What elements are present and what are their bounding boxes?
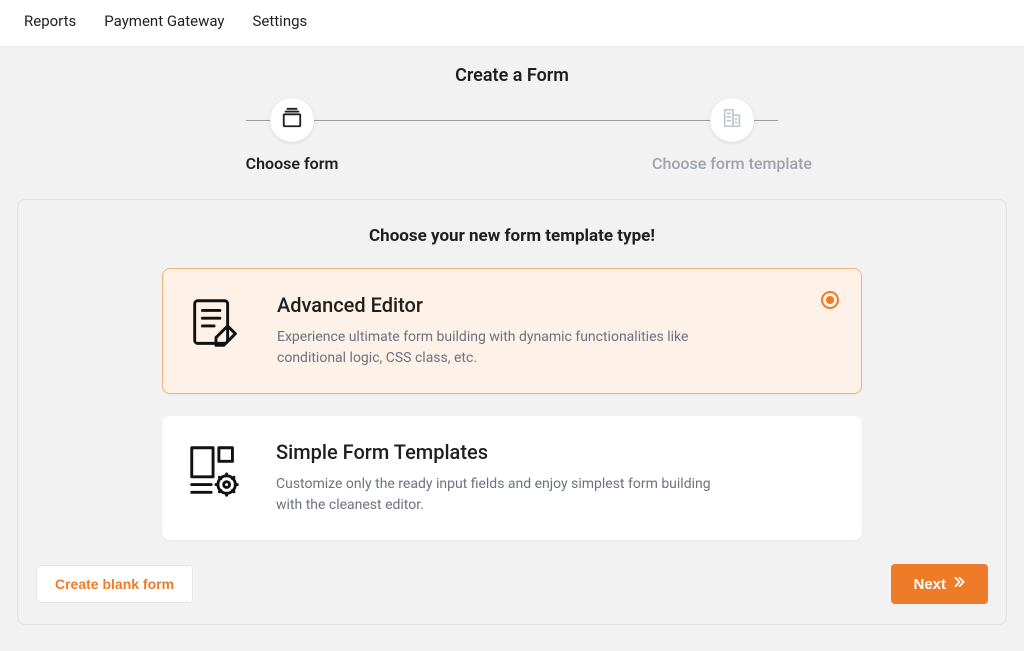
card-advanced-desc: Experience ultimate form building with d…	[277, 327, 717, 369]
step-choose-form-label: Choose form	[246, 154, 339, 173]
stepper: Choose form	[202, 98, 822, 173]
create-blank-form-button[interactable]: Create blank form	[36, 565, 193, 603]
next-button-label: Next	[913, 576, 946, 593]
step-choose-form-circle	[270, 98, 314, 142]
building-icon	[721, 107, 743, 133]
top-nav: Reports Payment Gateway Settings	[0, 0, 1024, 47]
next-button[interactable]: Next	[891, 564, 988, 604]
step-choose-template-circle	[710, 98, 754, 142]
step-choose-template[interactable]: Choose form template	[642, 98, 822, 173]
card-advanced-editor[interactable]: Advanced Editor Experience ultimate form…	[162, 268, 862, 394]
panel-heading: Choose your new form template type!	[32, 226, 992, 246]
nav-payment-gateway[interactable]: Payment Gateway	[104, 12, 224, 30]
panel-footer: Create blank form Next	[32, 564, 992, 604]
content-panel: Choose your new form template type! Adva…	[17, 199, 1007, 625]
step-choose-form[interactable]: Choose form	[202, 98, 382, 173]
page-title: Create a Form	[0, 65, 1024, 86]
radio-selected-icon	[821, 291, 839, 309]
card-advanced-title: Advanced Editor	[277, 293, 717, 317]
card-simple-desc: Customize only the ready input fields an…	[276, 474, 716, 516]
advanced-editor-icon	[185, 293, 247, 355]
card-simple-templates[interactable]: Simple Form Templates Customize only the…	[162, 416, 862, 540]
form-icon	[281, 107, 303, 133]
nav-reports[interactable]: Reports	[24, 12, 76, 30]
card-simple-title: Simple Form Templates	[276, 440, 716, 464]
nav-settings[interactable]: Settings	[253, 12, 308, 30]
chevron-double-right-icon	[952, 575, 966, 593]
template-type-cards: Advanced Editor Experience ultimate form…	[162, 268, 862, 540]
step-choose-template-label: Choose form template	[652, 154, 812, 173]
main-canvas: Create a Form Choose form	[0, 47, 1024, 651]
simple-templates-icon	[184, 440, 246, 502]
